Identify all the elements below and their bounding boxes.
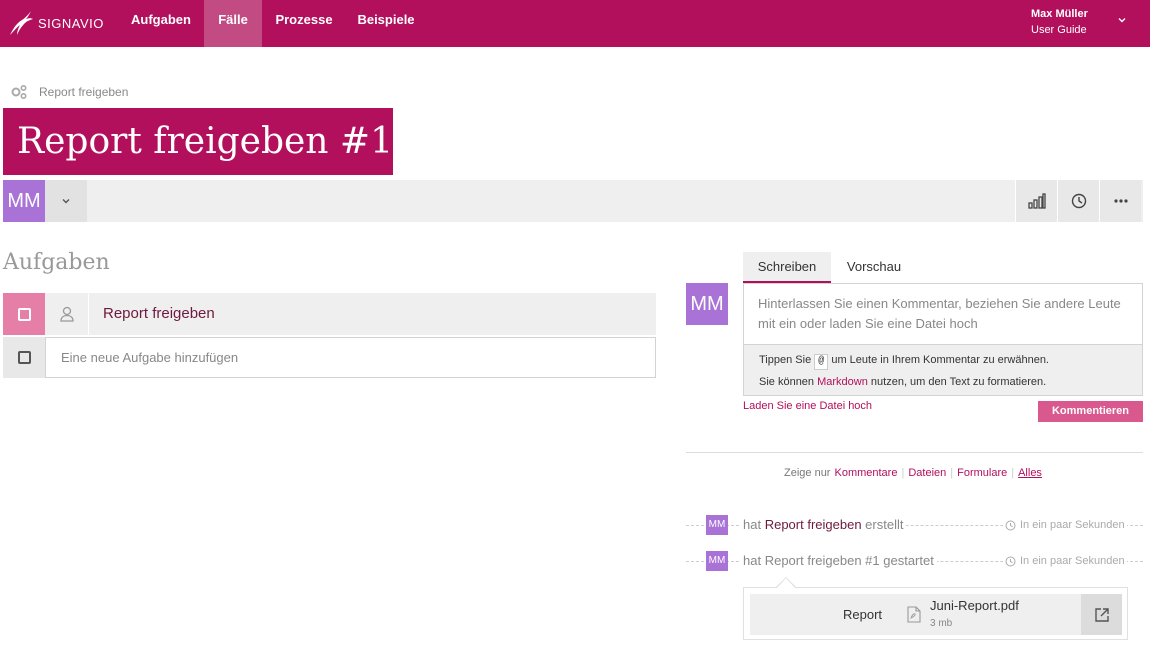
statistics-button[interactable] — [1015, 180, 1057, 222]
new-task-input[interactable] — [45, 337, 656, 378]
user-name: Max Müller — [1031, 8, 1088, 20]
task-label[interactable]: Report freigeben — [103, 293, 215, 335]
markdown-hint: Tippen Sie @ um Leute in Ihrem Kommentar… — [743, 345, 1143, 396]
nav-aufgaben[interactable]: Aufgaben — [118, 0, 204, 47]
task-assignee-button[interactable] — [45, 293, 89, 335]
task-checkbox[interactable] — [3, 293, 45, 335]
nav-prozesse[interactable]: Prozesse — [262, 0, 346, 47]
file-name[interactable]: Juni-Report.pdf — [930, 598, 1019, 613]
user-subtitle: User Guide — [1031, 24, 1087, 36]
markdown-link[interactable]: Markdown — [817, 376, 868, 388]
avatar: MM — [706, 515, 728, 535]
more-button[interactable] — [1099, 180, 1141, 222]
open-file-button[interactable] — [1081, 594, 1122, 635]
tab-vorschau[interactable]: Vorschau — [831, 252, 917, 283]
clock-icon — [1005, 520, 1016, 530]
nav-beispiele[interactable]: Beispiele — [346, 0, 426, 47]
gears-icon — [11, 84, 27, 100]
activity-text: hat Report freigeben #1 gestartet — [740, 553, 937, 568]
external-link-icon — [1094, 607, 1109, 622]
bar-chart-icon — [1027, 193, 1046, 209]
tasks-heading: Aufgaben — [3, 250, 110, 275]
user-menu[interactable]: Max Müller User Guide — [1031, 6, 1088, 38]
breadcrumb: Report freigeben — [10, 84, 128, 100]
hint-text: um Leute in Ihrem Kommentar zu erwähnen. — [831, 354, 1049, 366]
activity-filter: Zeige nur Kommentare | Dateien | Formula… — [784, 467, 1042, 479]
attachment-pointer-inner — [777, 578, 795, 588]
comment-input[interactable] — [743, 283, 1143, 345]
activity-link[interactable]: Report freigeben #1 — [765, 553, 880, 568]
activity-time: In ein paar Sekunden — [1003, 519, 1127, 531]
page-title: Report freigeben #1 — [3, 108, 393, 175]
activity-text: hat Report freigeben erstellt — [740, 517, 907, 532]
case-toolbar: MM — [3, 180, 1143, 222]
file-size: 3 mb — [930, 618, 953, 629]
mention-code: @ — [814, 354, 829, 370]
filter-forms[interactable]: Formulare — [957, 467, 1007, 479]
activity-link[interactable]: Report freigeben — [765, 517, 862, 532]
hint-text: Sie können — [759, 376, 815, 388]
filter-files[interactable]: Dateien — [908, 467, 946, 479]
filter-comments[interactable]: Kommentare — [834, 467, 897, 479]
divider — [686, 452, 1143, 453]
avatar: MM — [706, 551, 728, 571]
chevron-down-icon[interactable] — [1116, 14, 1128, 26]
assignee-dropdown-button[interactable] — [45, 180, 87, 222]
user-icon — [59, 306, 74, 322]
filter-all[interactable]: Alles — [1018, 467, 1042, 479]
clock-icon — [1071, 193, 1086, 209]
clock-icon — [1005, 556, 1016, 566]
antelope-logo-icon — [10, 11, 33, 35]
avatar[interactable]: MM — [3, 180, 45, 222]
avatar: MM — [686, 283, 728, 325]
top-navigation-bar: SIGNAVIO Aufgaben Fälle Prozesse Beispie… — [0, 0, 1150, 47]
task-row[interactable]: Report freigeben — [3, 293, 656, 335]
pdf-file-icon — [907, 606, 921, 623]
chevron-down-icon — [62, 199, 70, 204]
filter-prefix: Zeige nur — [784, 467, 831, 479]
attachment-card: Report Juni-Report.pdf 3 mb — [743, 587, 1128, 640]
new-task-checkbox[interactable] — [3, 337, 45, 378]
submit-comment-button[interactable]: Kommentieren — [1038, 401, 1143, 422]
activity-time: In ein paar Sekunden — [1003, 555, 1127, 567]
breadcrumb-label[interactable]: Report freigeben — [39, 85, 128, 99]
history-button[interactable] — [1057, 180, 1099, 222]
attachment-label: Report — [843, 607, 883, 622]
signavio-logo[interactable]: SIGNAVIO — [8, 8, 104, 38]
nav-faelle[interactable]: Fälle — [204, 0, 262, 47]
tab-schreiben[interactable]: Schreiben — [743, 252, 831, 283]
hint-text: nutzen, um den Text zu formatieren. — [870, 376, 1047, 388]
more-icon — [1113, 199, 1128, 203]
upload-file-link[interactable]: Laden Sie eine Datei hoch — [743, 400, 872, 412]
brand-name: SIGNAVIO — [38, 15, 104, 31]
hint-text: Tippen Sie — [759, 354, 812, 366]
